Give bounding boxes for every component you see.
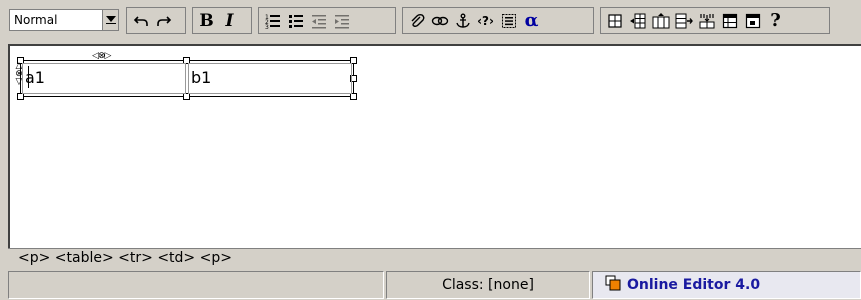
insert-row-icon — [629, 13, 645, 28]
anchor-button[interactable] — [452, 10, 474, 32]
alpha-icon: α — [524, 10, 539, 31]
column-move-handle-icon[interactable]: ◁⊗▷ — [92, 51, 111, 61]
unordered-list-button[interactable] — [285, 10, 307, 32]
table-cell[interactable]: a1 — [22, 63, 186, 94]
outdent-icon — [311, 14, 326, 28]
link-icon — [431, 16, 448, 25]
special-char-button[interactable]: α — [521, 10, 543, 32]
table-properties-icon — [722, 13, 737, 28]
editor-app: Normal B I 1 2 3 ‹?› α ? ◁⊗▷ △ ⊗ ▽ a1 b1… — [0, 0, 861, 300]
insert-group: ‹?› α — [402, 7, 594, 34]
link-button[interactable] — [429, 10, 451, 32]
style-select[interactable]: Normal — [9, 9, 119, 31]
bold-button[interactable]: B — [196, 10, 218, 32]
cell-text: b1 — [191, 68, 212, 87]
resize-handle[interactable] — [17, 93, 24, 100]
italic-icon: I — [225, 10, 234, 31]
anchor-icon — [455, 13, 470, 28]
frame-icon — [501, 13, 516, 28]
bold-icon: B — [199, 10, 214, 31]
frame-button[interactable] — [498, 10, 520, 32]
outdent-button[interactable] — [308, 10, 330, 32]
status-empty-panel — [8, 271, 384, 299]
code-button[interactable]: ‹?› — [475, 10, 497, 32]
attachment-button[interactable] — [406, 10, 428, 32]
code-icon: ‹?› — [477, 13, 494, 28]
italic-button[interactable]: I — [219, 10, 241, 32]
cell-properties-icon — [745, 13, 760, 28]
redo-button[interactable] — [153, 10, 175, 32]
split-cell-button[interactable] — [673, 10, 695, 32]
unordered-list-icon — [288, 14, 303, 28]
ordered-list-button[interactable]: 1 2 3 — [262, 10, 284, 32]
format-group: B I — [192, 7, 252, 34]
history-group — [126, 7, 186, 34]
split-cell-icon — [675, 13, 693, 28]
table-icon — [607, 13, 622, 28]
editing-area[interactable]: ◁⊗▷ △ ⊗ ▽ a1 b1 — [8, 44, 861, 248]
text-caret — [28, 66, 29, 88]
redo-icon — [156, 15, 171, 26]
class-status: Class: [none] — [386, 271, 590, 299]
table-cell[interactable]: b1 — [188, 63, 352, 94]
editor-logo-icon — [605, 275, 621, 291]
indent-button[interactable] — [331, 10, 353, 32]
brand-name: Online Editor 4.0 — [627, 277, 761, 293]
paperclip-icon — [411, 13, 424, 27]
list-group: 1 2 3 — [258, 7, 396, 34]
status-bar: Class: [none] Online Editor 4.0 — [0, 270, 861, 300]
help-icon: ? — [770, 10, 781, 31]
merge-cell-icon — [699, 13, 714, 28]
insert-column-icon — [652, 12, 669, 28]
svg-text:3: 3 — [265, 24, 269, 29]
insert-table-button[interactable] — [604, 10, 626, 32]
brand-panel: Online Editor 4.0 — [592, 271, 861, 299]
merge-cell-button[interactable] — [696, 10, 718, 32]
resize-handle[interactable] — [350, 93, 357, 100]
toolbar: Normal B I 1 2 3 ‹?› α ? — [0, 0, 861, 40]
insert-column-button[interactable] — [650, 10, 672, 32]
class-label: Class: [none] — [442, 277, 534, 293]
table-group: ? — [600, 7, 830, 34]
undo-button[interactable] — [130, 10, 152, 32]
element-path[interactable]: <p> <table> <tr> <td> <p> — [18, 250, 232, 266]
indent-icon — [334, 14, 349, 28]
insert-row-button[interactable] — [627, 10, 649, 32]
element-path-bar: <p> <table> <tr> <td> <p> — [8, 248, 861, 269]
ordered-list-icon: 1 2 3 — [265, 14, 280, 29]
cell-properties-button[interactable] — [742, 10, 764, 32]
style-select-value: Normal — [14, 13, 58, 27]
chevron-down-icon[interactable] — [102, 10, 118, 30]
undo-icon — [133, 15, 148, 26]
table-properties-button[interactable] — [719, 10, 741, 32]
resize-handle[interactable] — [183, 93, 190, 100]
help-button[interactable]: ? — [765, 10, 787, 32]
